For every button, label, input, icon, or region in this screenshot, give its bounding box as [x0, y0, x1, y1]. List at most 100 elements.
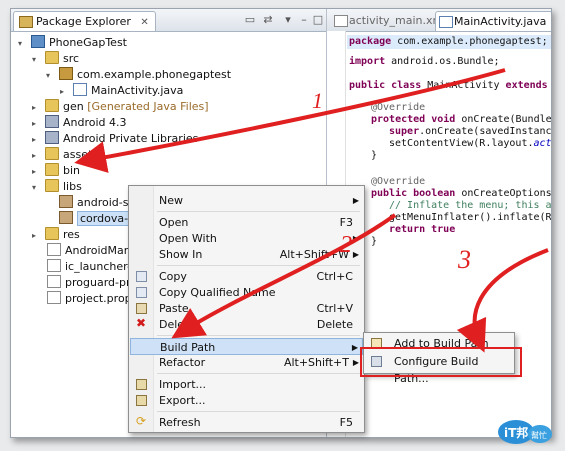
close-icon[interactable]: ✕ [140, 13, 148, 32]
tree-item-package[interactable]: ▾ com.example.phonegaptest [46, 67, 231, 83]
twisty-expanded-icon[interactable]: ▾ [32, 183, 41, 192]
maximize-icon[interactable]: □ [311, 13, 325, 27]
menu-item-label: Open [159, 216, 189, 229]
tree-item-private-libraries[interactable]: ▸ Android Private Libraries [32, 131, 199, 147]
menu-item-label: New [159, 194, 183, 207]
minimize-icon[interactable]: – [297, 13, 311, 27]
text-file-icon [47, 275, 61, 288]
twisty-collapsed-icon[interactable]: ▸ [32, 151, 41, 160]
java-file-icon [439, 16, 453, 28]
code-text: onCreate(Bundle s [461, 114, 552, 125]
tree-item-assets[interactable]: ▸ assets [32, 147, 99, 163]
code-text: setContentView(R.layout. [389, 138, 534, 149]
menu-item-label: Refresh [159, 416, 201, 429]
menu-item-paste[interactable]: Paste Ctrl+V [130, 300, 363, 317]
menu-item-shortcut: F3 [339, 216, 353, 229]
keyword: public boolean [371, 188, 456, 199]
tree-item-label: MainActivity.java [91, 84, 184, 97]
code-text: MainActivity [421, 80, 506, 91]
import-icon [136, 379, 147, 390]
menu-item-new[interactable]: New ▶ [130, 192, 363, 209]
code-text: .onCreate(savedInstance [419, 126, 552, 137]
package-explorer-icon [19, 16, 33, 28]
twisty-collapsed-icon[interactable]: ▸ [32, 103, 41, 112]
code-line[interactable]: public class MainActivity extends Ac [349, 79, 551, 93]
source-folder-icon [45, 51, 59, 64]
menu-item-label: Copy Qualified Name [159, 286, 276, 299]
twisty-collapsed-icon[interactable]: ▸ [32, 135, 41, 144]
tree-item-label: PhoneGapTest [49, 36, 127, 49]
package-explorer-tab[interactable]: Package Explorer ✕ [13, 11, 156, 31]
menu-item-label: Import... [159, 378, 206, 391]
menu-item-show-in[interactable]: Show In Alt+Shift+W ▶ [130, 246, 363, 263]
code-line[interactable]: import android.os.Bundle; [349, 55, 500, 69]
tree-item-libs[interactable]: ▾ libs [32, 179, 82, 195]
menu-item-open-with[interactable]: Open With ▶ [130, 230, 363, 247]
svg-text:iT邦: iT邦 [504, 425, 528, 440]
menu-item-label: Show In [159, 248, 203, 261]
package-icon [59, 67, 73, 80]
menu-item-shortcut: Delete [316, 318, 353, 331]
twisty-collapsed-icon[interactable]: ▸ [60, 87, 69, 96]
library-icon [45, 115, 59, 128]
tree-item-project[interactable]: ▾ PhoneGapTest [18, 35, 127, 51]
twisty-expanded-icon[interactable]: ▾ [46, 71, 55, 80]
tree-item-gen[interactable]: ▸ gen [Generated Java Files] [32, 99, 209, 115]
tree-item-label: Android Private Libraries [63, 132, 199, 145]
menu-item-label: Open With [159, 232, 217, 245]
menu-item-import[interactable]: Import... [130, 376, 363, 393]
submenu-arrow-icon: ▶ [352, 196, 359, 205]
menu-item-open[interactable]: Open F3 [130, 214, 363, 231]
menu-separator [157, 211, 360, 212]
keyword: import [349, 56, 386, 67]
tree-item-bin[interactable]: ▸ bin [32, 163, 80, 179]
collapse-all-icon[interactable]: ▭ [243, 13, 257, 27]
code-line[interactable]: } [371, 149, 377, 163]
keyword: extends [505, 80, 548, 91]
code-line[interactable]: } [371, 235, 377, 249]
copy-qualified-name-icon [136, 287, 147, 298]
twisty-expanded-icon[interactable]: ▾ [32, 55, 41, 64]
tree-item-label: assets [63, 148, 99, 161]
code-line[interactable]: return true [389, 223, 455, 237]
twisty-collapsed-icon[interactable]: ▸ [32, 119, 41, 128]
tree-item-src[interactable]: ▾ src [32, 51, 79, 67]
tree-item-res[interactable]: ▸ res [32, 227, 80, 243]
editor-tab-label: activity_main.xml [349, 14, 447, 27]
menu-item-export[interactable]: Export... [130, 392, 363, 409]
tab-mainactivity-java[interactable]: MainActivity.java ✕ [435, 11, 551, 47]
code-text: onCreateOptionsMe [461, 188, 552, 199]
tab-activity-main-xml[interactable]: activity_main.xml [331, 11, 446, 30]
editor-tabbar: activity_main.xml MainActivity.java ✕ [327, 9, 551, 47]
twisty-collapsed-icon[interactable]: ▸ [32, 167, 41, 176]
keyword: package [349, 36, 392, 47]
menu-item-label: Delete [159, 318, 196, 331]
text-file-icon [47, 291, 61, 304]
submenu-arrow-icon: ▶ [352, 234, 359, 243]
twisty-expanded-icon[interactable]: ▾ [18, 39, 27, 48]
folder-icon [45, 163, 59, 176]
tree-item-mainactivity[interactable]: ▸ MainActivity.java [60, 83, 184, 99]
menu-item-build-path[interactable]: Build Path ▶ [130, 338, 363, 355]
jar-icon [59, 195, 73, 208]
menu-item-copy-qualified-name[interactable]: Copy Qualified Name [130, 284, 363, 301]
xml-file-icon [47, 243, 61, 256]
menu-item-copy[interactable]: Copy Ctrl+C [130, 268, 363, 285]
java-file-icon [73, 83, 87, 96]
menu-item-shortcut: Alt+Shift+W [279, 248, 349, 261]
link-with-editor-icon[interactable]: ⇄ [261, 13, 275, 27]
copy-icon [136, 271, 147, 282]
menu-item-refactor[interactable]: Refactor Alt+Shift+T ▶ [130, 354, 363, 371]
view-menu-icon[interactable]: ▾ [281, 13, 295, 27]
context-menu: New ▶ Open F3 Open With ▶ Show In Alt+Shift+… [128, 185, 365, 433]
tree-item-android-43[interactable]: ▸ Android 4.3 [32, 115, 127, 131]
code-line[interactable]: package com.example.phonegaptest; [347, 35, 551, 49]
tree-item-label: gen [63, 100, 84, 113]
code-line[interactable]: setContentView(R.layout.acti [389, 137, 551, 151]
image-file-icon [47, 259, 61, 272]
menu-item-delete[interactable]: ✖ Delete Delete [130, 316, 363, 333]
menu-item-label: Copy [159, 270, 187, 283]
menu-separator [157, 373, 360, 374]
twisty-collapsed-icon[interactable]: ▸ [32, 231, 41, 240]
menu-item-refresh[interactable]: ⟳ Refresh F5 [130, 414, 363, 431]
